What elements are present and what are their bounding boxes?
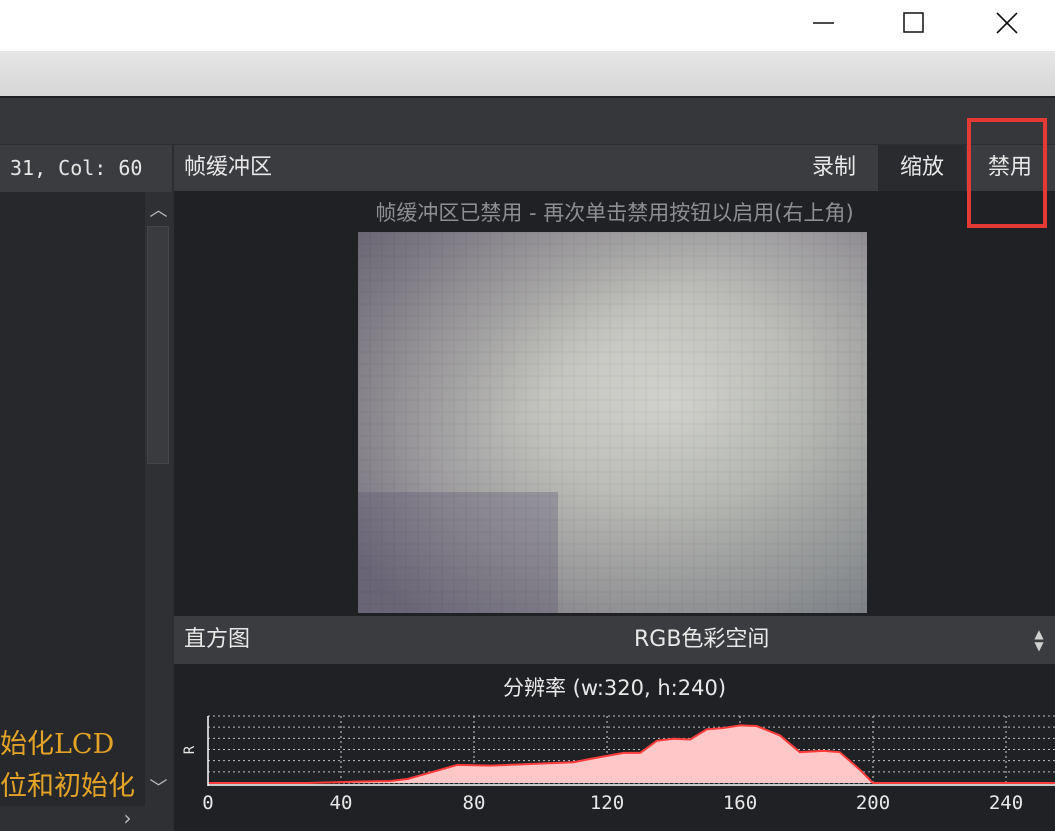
code-line-2: 位和初始化 (0, 771, 135, 802)
scroll-up-arrow-icon[interactable]: ︿ (145, 196, 172, 226)
color-space-select[interactable]: RGB色彩空间 (634, 616, 769, 664)
histogram-area-red (208, 725, 1055, 783)
editor-horizontal-scrollbar[interactable]: › (0, 806, 172, 831)
zoom-button[interactable]: 缩放 (878, 145, 966, 191)
histogram-resolution: 分辨率 (w:320, h:240) (502, 676, 727, 700)
x-tick-label: 240 (989, 792, 1023, 814)
window-title-bar (0, 0, 1055, 51)
y-axis-label: R (182, 745, 198, 754)
minimize-button[interactable] (800, 0, 846, 46)
x-tick-label: 160 (723, 792, 757, 814)
maximize-icon (903, 12, 924, 33)
x-tick-label: 0 (202, 792, 213, 814)
frame-buffer-header: 帧缓冲区 录制 缩放 禁用 (174, 145, 1055, 191)
maximize-button[interactable] (890, 0, 936, 46)
frame-buffer-disabled-message: 帧缓冲区已禁用 - 再次单击禁用按钮以启用(右上角) (375, 201, 854, 225)
record-button[interactable]: 录制 (796, 145, 872, 191)
editor-text-area[interactable]: 始化LCD 位和初始化 (0, 192, 145, 806)
close-button[interactable] (984, 0, 1030, 46)
histogram-title: 直方图 (184, 627, 251, 652)
disable-button-highlight-box (967, 118, 1047, 228)
editor-vertical-scrollbar[interactable]: ︿ ﹀ (145, 192, 172, 806)
x-tick-label: 200 (856, 792, 890, 814)
scroll-down-arrow-icon[interactable]: ﹀ (145, 774, 172, 804)
minimize-icon (813, 22, 834, 24)
histogram-header: 直方图 RGB色彩空间 ▲ ▼ (174, 616, 1055, 664)
editor-cursor-position: 31, Col: 60 (0, 145, 172, 192)
scroll-right-arrow-icon[interactable]: › (115, 806, 140, 831)
menu-bar (0, 51, 1055, 97)
code-line-1: 始化LCD (0, 729, 115, 760)
frame-buffer-title: 帧缓冲区 (184, 155, 273, 180)
x-tick-label: 80 (463, 792, 486, 814)
close-icon (996, 12, 1018, 34)
select-updown-arrow-icon[interactable]: ▲ ▼ (1031, 628, 1047, 652)
toolbar (0, 96, 1055, 144)
scrollbar-thumb[interactable] (147, 226, 169, 464)
x-tick-label: 120 (590, 792, 624, 814)
histogram-chart: R 0 40 80 120 160 200 240 (182, 715, 1055, 814)
camera-frame-picture (358, 232, 867, 613)
frame-buffer-image (358, 232, 867, 613)
x-tick-label: 40 (330, 792, 353, 814)
